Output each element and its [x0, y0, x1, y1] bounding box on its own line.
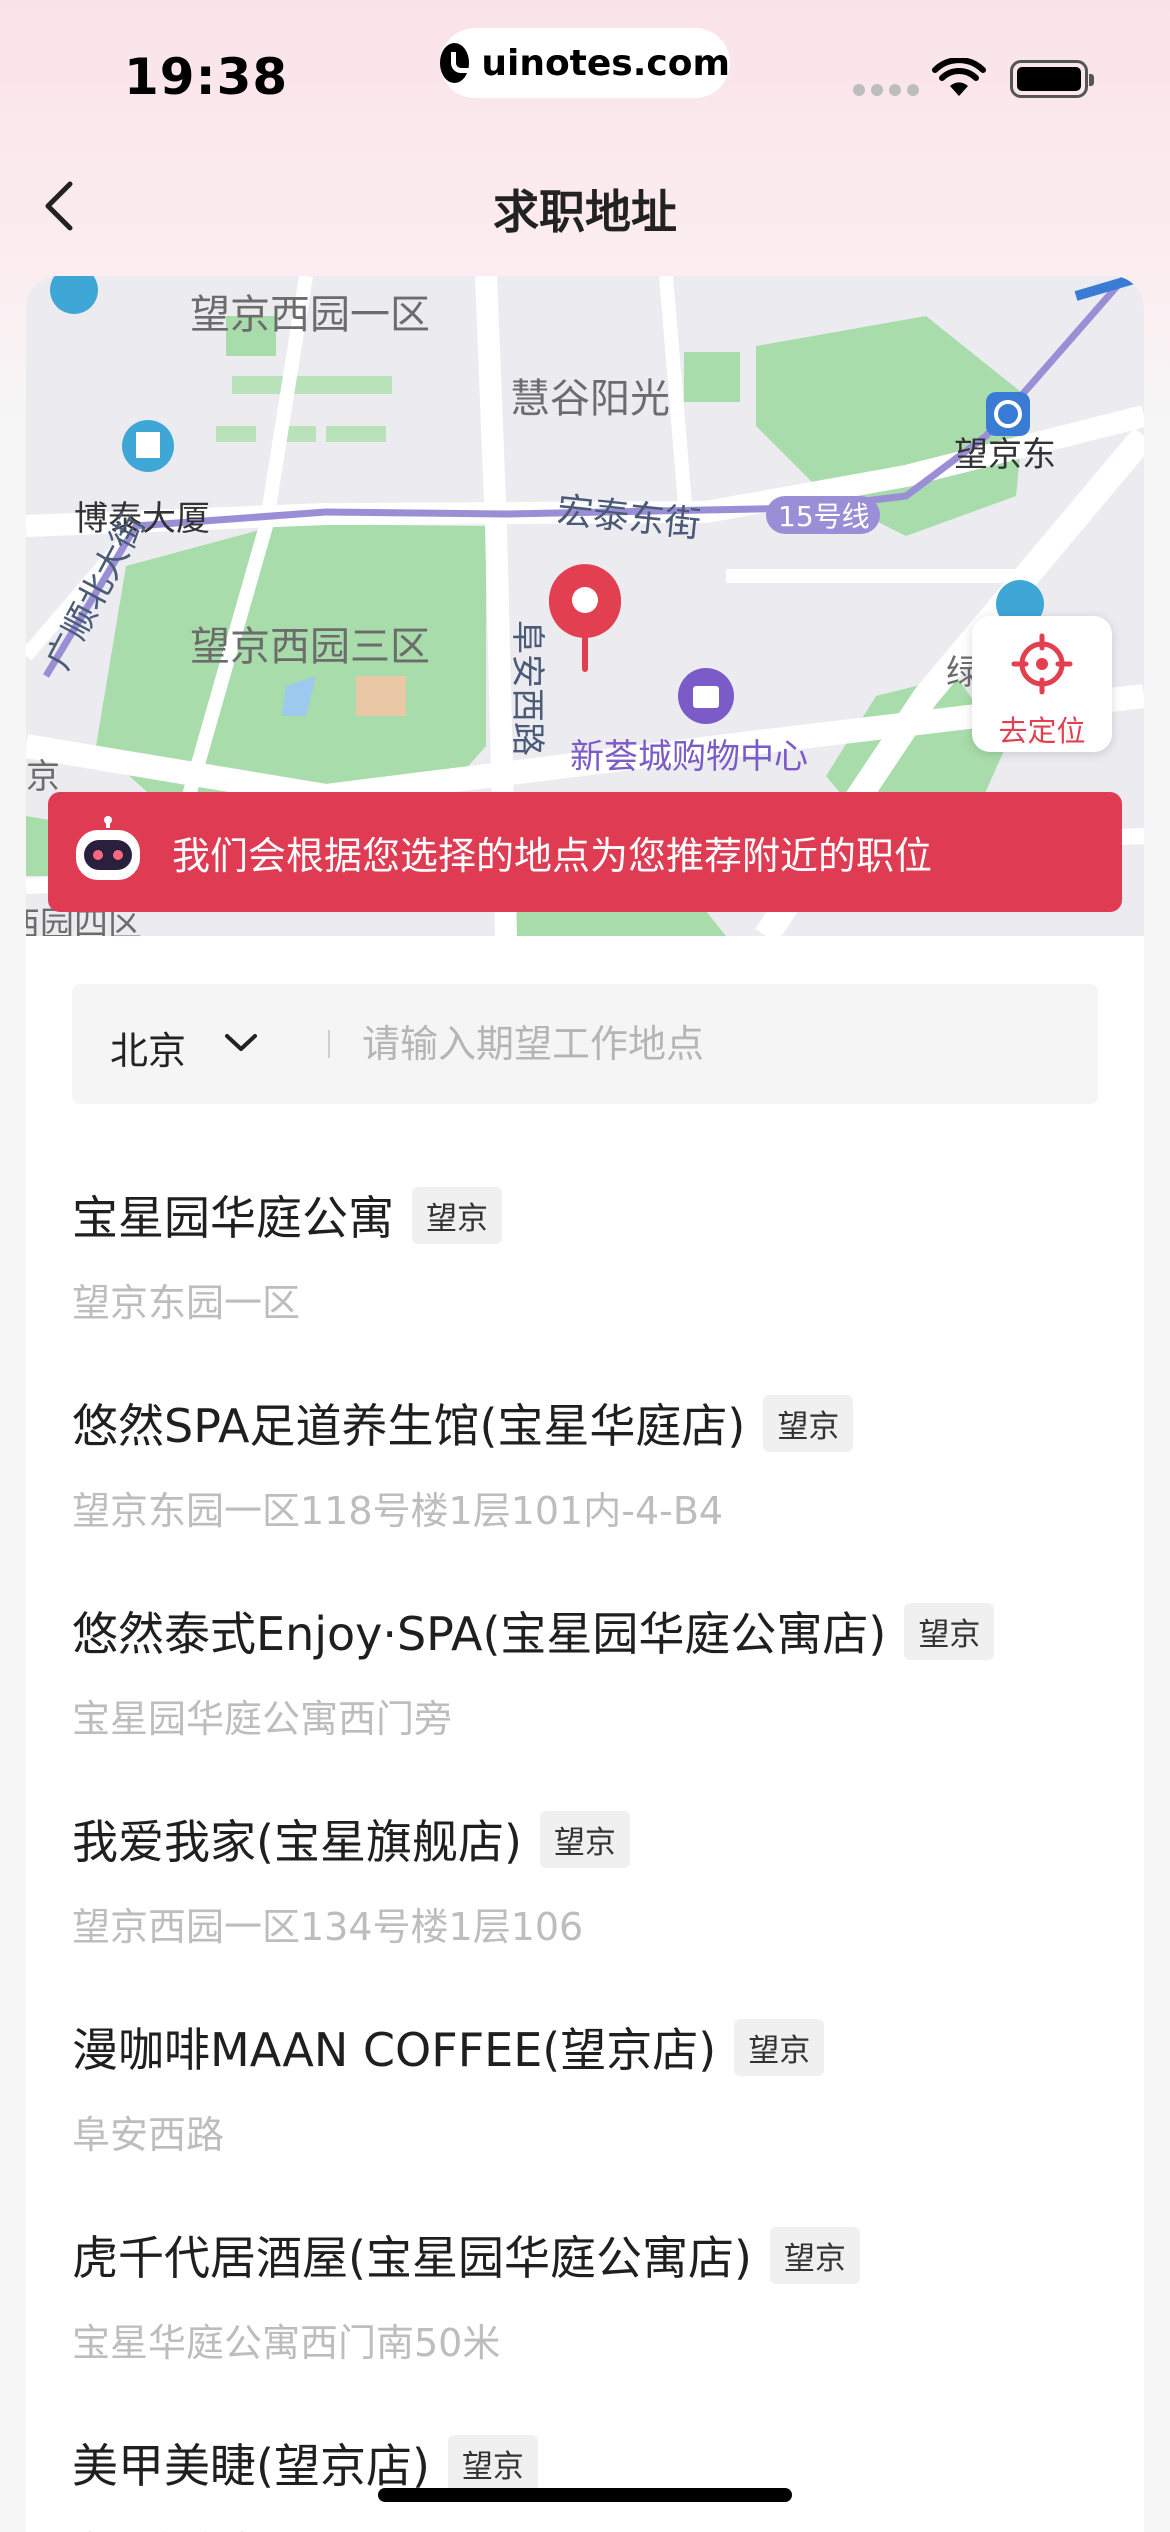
- place-item[interactable]: 宝星园华庭公寓 望京 望京东园一区: [72, 1182, 1112, 1327]
- chevron-down-icon[interactable]: [224, 1032, 258, 1054]
- locate-button[interactable]: 去定位: [972, 616, 1112, 752]
- place-name: 美甲美睫(望京店): [72, 2439, 430, 2493]
- place-address: 阜通东大街522号: [72, 2520, 1112, 2532]
- place-area-tag: 望京: [447, 2434, 538, 2492]
- metro-station-icon: [986, 392, 1030, 436]
- map-label-fuan: 阜安西路: [507, 620, 547, 756]
- place-item[interactable]: 我爱我家(宝星旗舰店) 望京 望京西园一区134号楼1层106: [72, 1806, 1112, 1951]
- search-bar: 北京: [72, 984, 1098, 1104]
- place-area-tag: 望京: [412, 1186, 502, 1244]
- place-item[interactable]: 悠然SPA足道养生馆(宝星华庭店) 望京 望京东园一区118号楼1层101内-4-…: [72, 1390, 1112, 1535]
- map-label-huigu: 慧谷阳光: [510, 376, 670, 422]
- place-item[interactable]: 悠然泰式Enjoy·SPA(宝星园华庭公寓店) 望京 宝星园华庭公寓西门旁: [72, 1598, 1112, 1743]
- place-address: 望京东园一区: [72, 1281, 301, 1325]
- place-name: 我爱我家(宝星旗舰店): [72, 1815, 522, 1869]
- map-label-district-1: 望京西园一区: [190, 292, 430, 338]
- url-text: uinotes.com: [481, 42, 730, 84]
- url-pill[interactable]: uinotes.com: [440, 28, 730, 98]
- map-label-jing: 京: [26, 757, 60, 797]
- place-area-tag: 望京: [763, 1394, 854, 1452]
- address-card: 望京西园一区 慧谷阳光 博泰大厦 宏泰东街 15号线 望京东 广顺北大街 望京西…: [26, 276, 1144, 2532]
- place-area-tag: 望京: [539, 1810, 630, 1868]
- map-label-district-3: 望京西园三区: [190, 624, 430, 670]
- place-name: 漫咖啡MAAN COFFEE(望京店): [72, 2023, 717, 2077]
- map-view[interactable]: 望京西园一区 慧谷阳光 博泰大厦 宏泰东街 15号线 望京东 广顺北大街 望京西…: [26, 276, 1144, 936]
- place-item[interactable]: 美甲美睫(望京店) 望京 阜通东大街522号: [72, 2430, 1112, 2532]
- place-address: 宝星园华庭公寓西门旁: [72, 1697, 453, 1741]
- home-indicator[interactable]: [378, 2488, 792, 2502]
- place-address: 阜安西路: [72, 2113, 225, 2157]
- work-location-input[interactable]: [362, 1012, 1062, 1076]
- place-address: 望京东园一区118号楼1层101内-4-B4: [72, 1489, 724, 1533]
- back-chevron-icon[interactable]: [36, 176, 92, 236]
- banner-text: 我们会根据您选择的地点为您推荐附近的职位: [172, 833, 933, 878]
- status-time: 19:38: [124, 48, 289, 106]
- city-selector[interactable]: 北京: [110, 1020, 186, 1075]
- page-title: 求职地址: [493, 185, 677, 239]
- place-item[interactable]: 漫咖啡MAAN COFFEE(望京店) 望京 阜安西路: [72, 2014, 1112, 2159]
- map-label-line15: 15号线: [778, 500, 870, 533]
- place-name: 悠然泰式Enjoy·SPA(宝星园华庭公寓店): [72, 1607, 887, 1661]
- robot-icon: [76, 816, 140, 880]
- crosshair-icon: [1011, 633, 1073, 695]
- place-area-tag: 望京: [904, 1602, 995, 1660]
- place-area-tag: 望京: [769, 2226, 860, 2284]
- place-area-tag: 望京: [734, 2018, 825, 2076]
- place-item[interactable]: 虎千代居酒屋(宝星园华庭公寓店) 望京 宝星华庭公寓西门南50米: [72, 2222, 1112, 2367]
- place-name: 悠然SPA足道养生馆(宝星华庭店): [72, 1399, 746, 1453]
- shopping-bag-icon: [678, 668, 734, 724]
- cellular-signal-icon: [853, 84, 919, 96]
- place-name: 虎千代居酒屋(宝星园华庭公寓店): [72, 2231, 752, 2285]
- battery-icon: [1010, 60, 1094, 98]
- place-address: 望京西园一区134号楼1层106: [72, 1905, 584, 1949]
- recommend-banner: 我们会根据您选择的地点为您推荐附近的职位: [48, 792, 1122, 912]
- status-bar: 19:38 uinotes.com: [0, 0, 1170, 140]
- wifi-icon: [932, 58, 986, 96]
- locate-label: 去定位: [998, 714, 1086, 748]
- place-address: 宝星华庭公寓西门南50米: [72, 2321, 501, 2365]
- site-logo-icon: [440, 43, 480, 83]
- map-label-wangjingdong: 望京东: [954, 435, 1056, 475]
- search-divider: [328, 1030, 330, 1058]
- place-name: 宝星园华庭公寓: [72, 1191, 394, 1245]
- building-poi-icon: [122, 420, 174, 472]
- map-label-xinhui: 新荟城购物中心: [570, 737, 808, 777]
